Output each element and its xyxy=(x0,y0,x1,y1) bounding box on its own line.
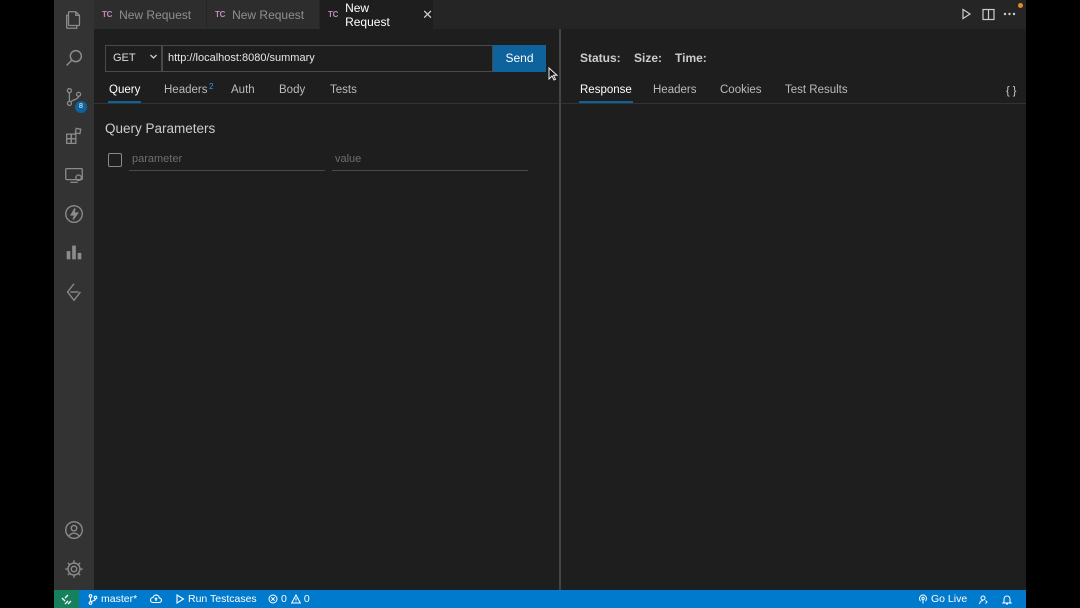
more-actions-icon[interactable] xyxy=(1001,6,1017,22)
editor-tab[interactable]: TC New Request xyxy=(94,0,206,29)
branch-name: master* xyxy=(101,593,138,605)
search-icon[interactable] xyxy=(54,40,94,76)
run-testcases-label: Run Testcases xyxy=(188,593,257,605)
branch-indicator[interactable]: master* xyxy=(88,590,137,608)
thunder-client-tab-icon: TC xyxy=(102,10,113,19)
thunder-client-tab-icon: TC xyxy=(328,10,339,19)
param-enable-checkbox[interactable] xyxy=(108,153,122,167)
extensions-icon[interactable] xyxy=(54,118,94,154)
sync-icon[interactable] xyxy=(150,590,165,608)
query-parameters-title: Query Parameters xyxy=(105,121,216,136)
source-control-icon[interactable]: 8 xyxy=(54,79,94,115)
editor-tab[interactable]: TC New Request xyxy=(207,0,319,29)
play-icon xyxy=(176,594,185,604)
tab-headers-label: Headers xyxy=(164,84,208,96)
chevron-down-icon xyxy=(149,46,158,71)
run-testcases-button[interactable]: Run Testcases xyxy=(175,590,257,608)
explorer-icon[interactable] xyxy=(54,2,94,38)
tab-headers[interactable]: Headers 2 xyxy=(164,82,213,96)
method-value: GET xyxy=(113,52,136,64)
notification-dot xyxy=(1018,3,1023,8)
request-pane: GET http://localhost:8080/summary Send Q… xyxy=(94,29,559,590)
remote-indicator[interactable] xyxy=(54,590,79,608)
remote-explorer-icon[interactable] xyxy=(54,157,94,193)
close-icon[interactable]: ✕ xyxy=(422,7,433,23)
tab-label: New Request xyxy=(345,0,390,29)
tab-body[interactable]: Body xyxy=(279,84,305,96)
deploy-icon[interactable] xyxy=(54,274,94,310)
editor-tab-bar: TC New Request TC New Request TC New Req… xyxy=(94,0,1026,29)
send-button[interactable]: Send xyxy=(493,45,546,72)
error-icon xyxy=(268,594,278,604)
error-count: 0 xyxy=(281,593,287,605)
tab-query[interactable]: Query xyxy=(107,84,142,103)
format-json-button[interactable]: { } xyxy=(1006,85,1016,97)
broadcast-icon xyxy=(919,594,927,604)
size-label: Size: xyxy=(634,51,663,65)
thunder-client-icon[interactable] xyxy=(54,196,94,232)
parameter-input[interactable]: parameter xyxy=(129,150,325,171)
tab-cookies[interactable]: Cookies xyxy=(720,84,762,96)
account-icon[interactable] xyxy=(54,512,94,548)
tab-label: New Request xyxy=(119,7,192,22)
method-select[interactable]: GET xyxy=(105,45,162,72)
tab-response[interactable]: Response xyxy=(579,84,633,103)
git-branch-icon xyxy=(88,593,98,605)
warning-icon xyxy=(290,594,301,604)
thunder-client-tab-icon: TC xyxy=(215,10,226,19)
go-live-label: Go Live xyxy=(931,593,968,605)
tab-test-results[interactable]: Test Results xyxy=(785,84,848,96)
chart-icon[interactable] xyxy=(54,234,94,270)
mouse-cursor-icon xyxy=(548,67,558,81)
headers-count-badge: 2 xyxy=(209,82,214,91)
run-icon[interactable] xyxy=(958,6,974,22)
request-tabs: Query Headers 2 Auth Body Tests xyxy=(94,78,559,104)
tab-tests[interactable]: Tests xyxy=(330,84,357,96)
warning-count: 0 xyxy=(303,593,310,605)
response-pane: Status: Size: Time: Response Headers Coo… xyxy=(561,29,1026,590)
source-control-badge: 8 xyxy=(75,101,87,113)
editor-tab-active[interactable]: TC New Request ✕ xyxy=(320,0,433,29)
url-input[interactable]: http://localhost:8080/summary xyxy=(162,45,493,72)
settings-gear-icon[interactable] xyxy=(54,551,94,587)
feedback-icon[interactable] xyxy=(978,590,992,608)
tab-auth[interactable]: Auth xyxy=(231,84,255,96)
tab-response-headers[interactable]: Headers xyxy=(653,84,696,96)
status-bar: master* Run Testcases 0 0 Go Live xyxy=(54,590,1026,608)
go-live-button[interactable]: Go Live xyxy=(918,590,967,608)
activity-bar: 8 xyxy=(54,0,94,590)
tab-label: New Request xyxy=(232,7,305,22)
split-editor-icon[interactable] xyxy=(980,6,996,22)
value-input[interactable]: value xyxy=(332,150,528,171)
problems-indicator[interactable]: 0 0 xyxy=(268,590,310,608)
response-tabs: Response Headers Cookies Test Results xyxy=(561,78,1026,104)
time-label: Time: xyxy=(675,51,707,65)
notifications-bell-icon[interactable] xyxy=(1002,590,1015,608)
status-label: Status: xyxy=(580,51,621,65)
vscode-window: 8 TC New Request TC New Request TC New R… xyxy=(54,0,1026,608)
